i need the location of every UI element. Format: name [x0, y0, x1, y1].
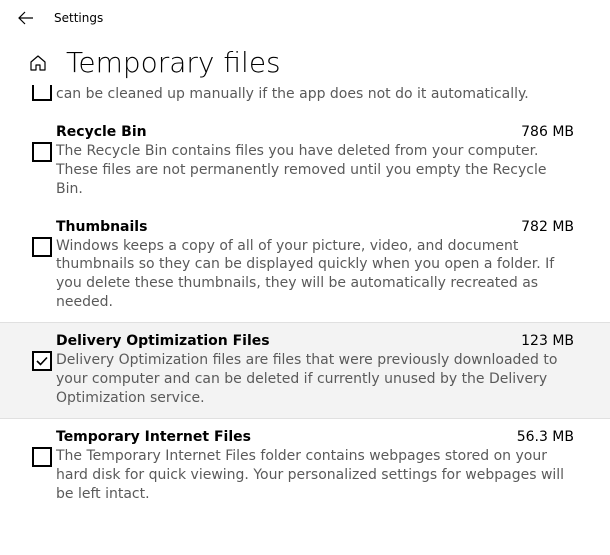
- back-button[interactable]: [8, 0, 44, 36]
- list-item: Recycle Bin 786 MB The Recycle Bin contain…: [0, 114, 610, 209]
- list-item: Temporary Internet Files 56.3 MB The Tempo…: [0, 419, 610, 514]
- item-size: 123 MB: [521, 333, 574, 349]
- item-checkbox[interactable]: [32, 237, 52, 257]
- item-title: Recycle Bin: [56, 124, 147, 140]
- item-header: Delivery Optimization Files 123 MB: [56, 333, 574, 349]
- item-title: Thumbnails: [56, 219, 147, 235]
- item-size: 786 MB: [521, 124, 574, 140]
- item-description: The Recycle Bin contains files you have …: [56, 142, 574, 199]
- page-title: Temporary files: [66, 46, 281, 79]
- item-body: Recycle Bin 786 MB The Recycle Bin contain…: [56, 124, 574, 199]
- item-checkbox[interactable]: [32, 142, 52, 162]
- item-header: Temporary Internet Files 56.3 MB: [56, 429, 574, 445]
- item-body: Thumbnails 782 MB Windows keeps a copy of …: [56, 219, 574, 313]
- item-size: 782 MB: [521, 219, 574, 235]
- check-icon: [35, 354, 49, 368]
- arrow-left-icon: [18, 10, 34, 26]
- item-checkbox[interactable]: [32, 351, 52, 371]
- item-title: Temporary Internet Files: [56, 429, 251, 445]
- item-header: Recycle Bin 786 MB: [56, 124, 574, 140]
- item-description: Delivery Optimization files are files th…: [56, 351, 574, 408]
- item-checkbox[interactable]: [32, 447, 52, 467]
- item-body: Temporary Internet Files 56.3 MB The Tempo…: [56, 429, 574, 504]
- titlebar: Settings: [0, 0, 610, 36]
- item-body: can be cleaned up manually if the app do…: [56, 87, 574, 104]
- home-icon: [29, 54, 47, 72]
- item-description: The Temporary Internet Files folder cont…: [56, 447, 574, 504]
- list-item: can be cleaned up manually if the app do…: [0, 87, 610, 114]
- header: Temporary files: [0, 36, 610, 79]
- list-item: Thumbnails 782 MB Windows keeps a copy of …: [0, 209, 610, 323]
- item-description: Windows keeps a copy of all of your pict…: [56, 237, 574, 313]
- home-button[interactable]: [24, 49, 52, 77]
- item-title: Delivery Optimization Files: [56, 333, 270, 349]
- item-body: Delivery Optimization Files123 MBDeliver…: [56, 333, 574, 408]
- list-item: Delivery Optimization Files123 MBDeliver…: [0, 322, 610, 419]
- item-header: Thumbnails 782 MB: [56, 219, 574, 235]
- item-checkbox[interactable]: [32, 85, 52, 101]
- item-size: 56.3 MB: [517, 429, 574, 445]
- item-description: can be cleaned up manually if the app do…: [56, 85, 574, 104]
- temp-files-list: can be cleaned up manually if the app do…: [0, 87, 610, 513]
- app-title: Settings: [54, 11, 103, 25]
